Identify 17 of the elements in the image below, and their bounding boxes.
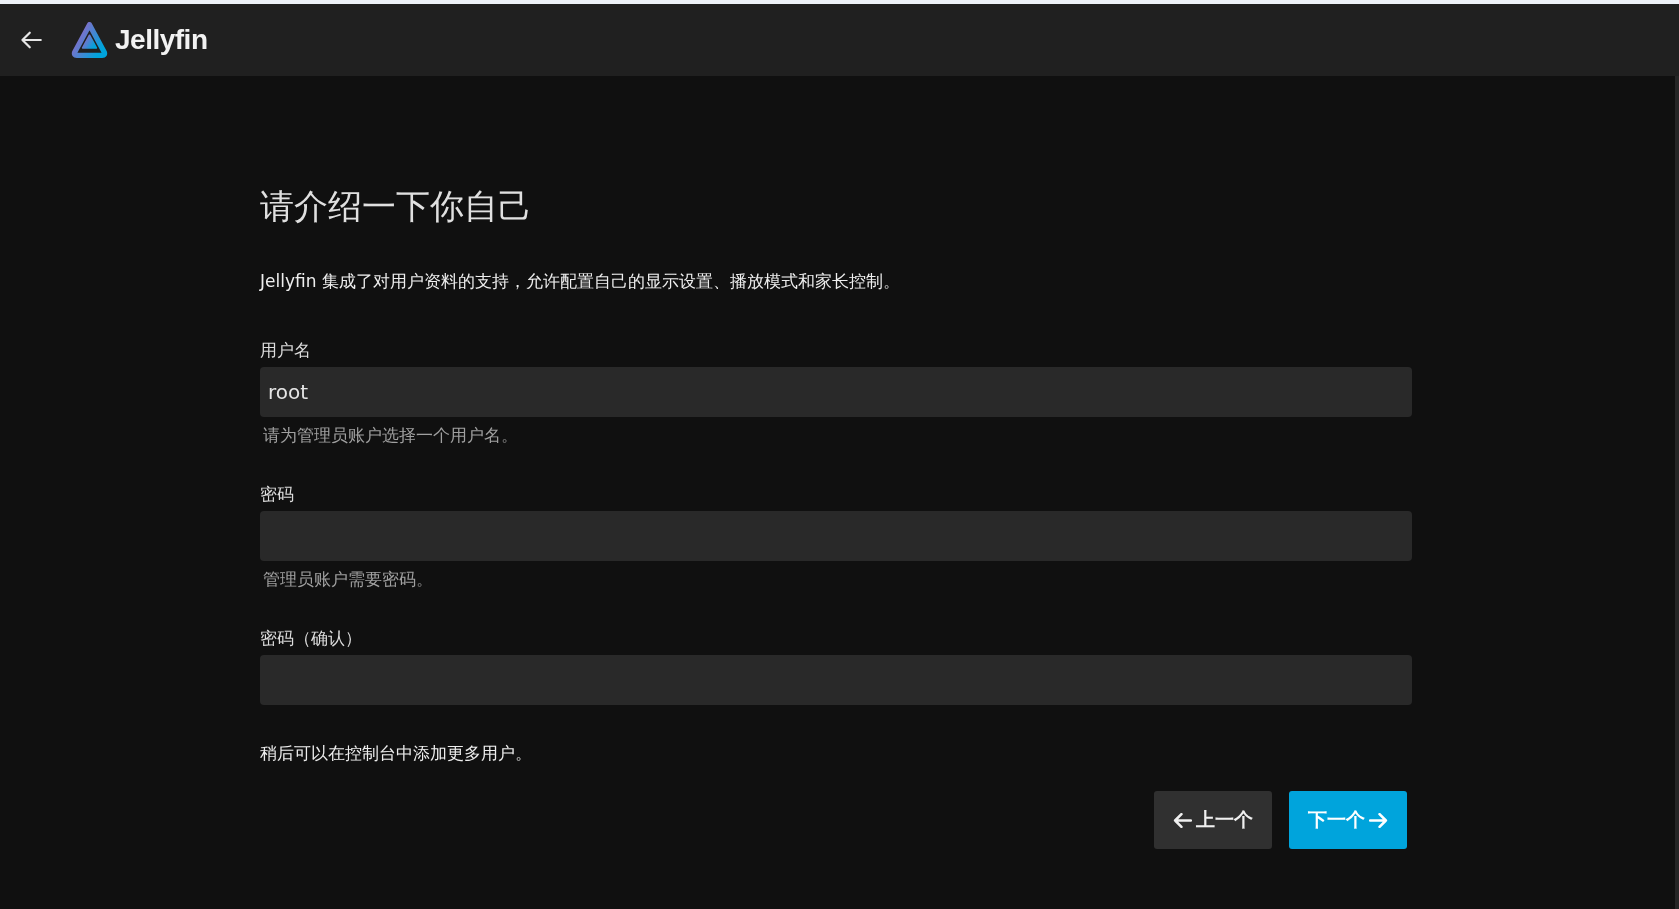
field-help-text: 管理员账户需要密码。	[262, 568, 434, 591]
input-field[interactable]	[260, 511, 1412, 561]
note-text: 稍后可以在控制台中添加更多用户。	[260, 742, 533, 765]
input-field[interactable]: root	[260, 367, 1412, 417]
triangle-logo-icon	[71, 22, 108, 58]
field-label: 用户名	[260, 339, 312, 362]
field-help-text: 请为管理员账户选择一个用户名。	[262, 424, 519, 447]
arrow-left-icon	[1173, 812, 1192, 828]
description-text: Jellyfin 集成了对用户资料的支持，允许配置自己的显示设置、播放模式和家长控制。	[260, 270, 901, 293]
arrow-left-icon	[20, 31, 42, 49]
page-title: 请介绍一下你自己	[260, 185, 533, 228]
previous-button[interactable]: 上一个	[1154, 791, 1272, 849]
field-label: 密码（确认）	[260, 627, 363, 650]
arrow-right-icon	[1369, 812, 1388, 828]
app-name: Jellyfin	[115, 24, 208, 56]
input-field[interactable]	[260, 655, 1412, 705]
field-label: 密码	[260, 483, 295, 506]
